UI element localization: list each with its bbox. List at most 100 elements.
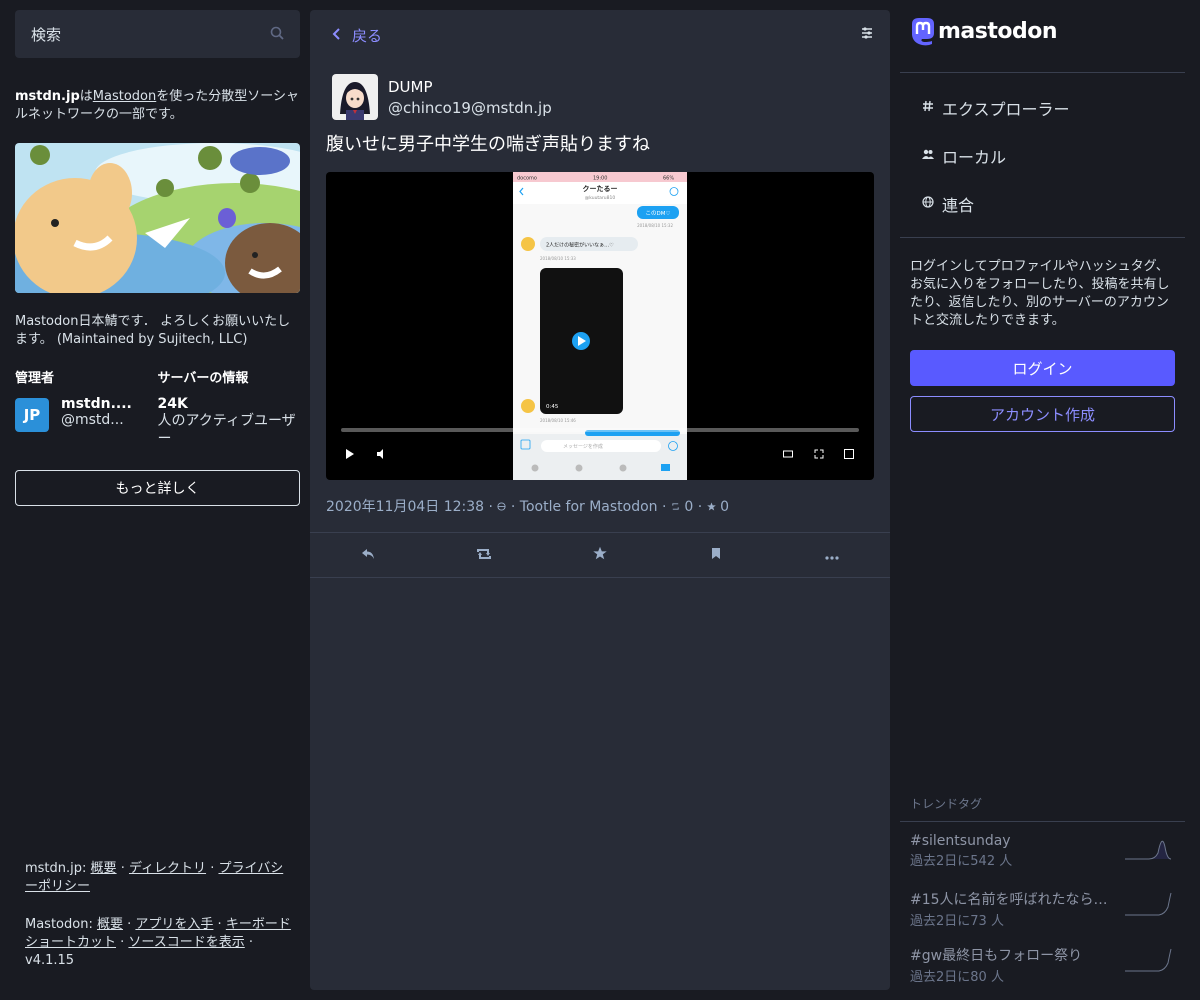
chat-date-3: 2018/08/10 15:46 [540, 418, 576, 423]
status-content: 腹いせに男子中学生の喘ぎ声貼りますね [326, 134, 650, 155]
nav-item-federated[interactable]: 連合 [900, 180, 1185, 228]
admin-account[interactable]: JP mstdn.... @mstd... [15, 396, 158, 432]
server-info-heading: サーバーの情報 [157, 371, 249, 386]
reblog-count[interactable]: 0 [684, 499, 693, 515]
chat-bubble-right: このDM♡ [646, 210, 671, 217]
back-label: 戻る [352, 26, 383, 45]
chat-video-duration: 0:45 [546, 404, 559, 410]
author-avatar[interactable] [332, 74, 378, 120]
search-placeholder: 検索 [31, 25, 62, 44]
favourite-count[interactable]: 0 [720, 499, 729, 515]
admin-avatar[interactable]: JP [15, 398, 49, 432]
status-author[interactable]: DUMP @chinco19@mstdn.jp [332, 74, 874, 120]
boost-icon[interactable] [464, 546, 504, 564]
divider [900, 821, 1185, 822]
learn-more-button[interactable]: もっと詳しく [15, 470, 300, 506]
active-users-count: 24K [157, 396, 188, 412]
footer-server-line: mstdn.jp: 概要 · ディレクトリ · プライバシーポリシー [25, 861, 284, 894]
status-timestamp[interactable]: 2020年11月04日 12:38 [326, 499, 484, 515]
chat-date-1: 2018/08/10 15:32 [637, 223, 673, 228]
footer-version: v4.1.15 [25, 953, 75, 968]
trend-sparkline [1125, 840, 1172, 860]
footer-server-prefix: mstdn.jp: [25, 861, 87, 876]
right-sidebar: mastodon エクスプローラー ローカル 連合 ログインしてプロファイルやハ… [900, 0, 1185, 1000]
login-prompt: ログインしてプロファイルやハッシュタグ、お気に入りをフォローしたり、投稿を共有し… [910, 259, 1170, 328]
favourite-icon[interactable] [580, 546, 620, 564]
reblog-count-icon [671, 499, 684, 515]
nav-item-local[interactable]: ローカル [900, 132, 1185, 180]
admin-heading: 管理者 [15, 371, 55, 386]
trend-item[interactable]: #silentsunday 過去2日に542 人 [910, 833, 1175, 873]
status-application[interactable]: Tootle for Mastodon [520, 499, 658, 515]
server-info-section: サーバーの情報 24K 人のアクティブユーザー [158, 367, 301, 448]
status-detail: DUMP @chinco19@mstdn.jp 腹いせに男子中学生の喘ぎ声貼りま… [310, 60, 890, 578]
server-name: mstdn.jp [15, 89, 80, 104]
hashtag-icon [922, 100, 940, 116]
volume-icon[interactable] [377, 448, 387, 463]
author-display-name[interactable]: DUMP [388, 78, 552, 96]
footer-directory-link[interactable]: ディレクトリ [129, 861, 206, 876]
server-description: mstdn.jpはMastodonを使った分散型ソーシャルネットワークの一部です… [15, 88, 300, 124]
footer-mastodon-about-link[interactable]: 概要 [97, 917, 123, 932]
footer-get-app-link[interactable]: アプリを入手 [135, 917, 213, 932]
play-icon[interactable] [346, 448, 354, 463]
server-meta: 管理者 JP mstdn.... @mstd... サーバーの情報 24K 人の… [15, 367, 300, 448]
hide-icon[interactable] [783, 448, 793, 463]
search-input[interactable]: 検索 [15, 10, 300, 58]
server-subtitle: Mastodon日本鯖です． よろしくお願いいたします。 (Maintained… [15, 314, 291, 347]
fullscreen-icon[interactable] [844, 448, 854, 463]
video-player[interactable]: docomo 19:00 66% クーたるー @kuutaru810 このDM♡… [326, 172, 874, 480]
video-thumbnail: docomo 19:00 66% クーたるー @kuutaru810 このDM♡… [513, 172, 687, 480]
chevron-left-icon [332, 26, 340, 44]
trends-heading: トレンドタグ [910, 797, 983, 811]
nav-federated-label: 連合 [942, 196, 975, 215]
phone-chat-handle: @kuutaru810 [585, 195, 616, 201]
phone-carrier: docomo [517, 176, 537, 182]
globe-icon [922, 196, 940, 212]
phone-time: 19:00 [593, 176, 607, 182]
video-frame: docomo 19:00 66% クーたるー @kuutaru810 このDM♡… [513, 172, 687, 480]
expand-icon[interactable] [814, 448, 824, 463]
nav-local-label: ローカル [942, 148, 1007, 167]
chat-date-2: 2018/08/10 15:33 [540, 256, 576, 261]
active-users-label: 人のアクティブユーザー [157, 413, 296, 447]
reply-icon[interactable] [348, 546, 388, 564]
trend-sparkline [1125, 892, 1172, 916]
trend-item[interactable]: #15人に名前を呼ばれたなら… 過去2日に73 人 [910, 889, 1175, 929]
footer-links: mstdn.jp: 概要 · ディレクトリ · プライバシーポリシー Masto… [25, 860, 295, 970]
left-sidebar: 検索 mstdn.jpはMastodonを使った分散型ソーシャルネットワークの一… [15, 10, 300, 990]
admin-handle: @mstd... [61, 412, 124, 428]
server-banner-image [15, 143, 300, 293]
signup-button[interactable]: アカウント作成 [910, 396, 1175, 432]
sliders-icon[interactable] [860, 26, 874, 44]
trend-item[interactable]: #gw最終日もフォロー祭り 過去2日に80 人 [910, 945, 1175, 985]
mastodon-wordmark: mastodon [938, 18, 1058, 44]
globe-icon [497, 499, 510, 515]
search-icon[interactable] [270, 25, 284, 44]
nav-item-explore[interactable]: エクスプローラー [900, 84, 1185, 132]
video-seek-bar[interactable] [341, 428, 859, 432]
status-meta: 2020年11月04日 12:38 · · Tootle for Mastodo… [326, 499, 730, 515]
more-options-icon[interactable] [812, 546, 852, 564]
server-desc-text: は [79, 89, 93, 104]
footer-source-link[interactable]: ソースコードを表示 [128, 935, 244, 950]
trend-sparkline [1125, 948, 1172, 972]
mastodon-logo-icon [912, 18, 934, 46]
mastodon-logo[interactable]: mastodon [910, 16, 1058, 46]
admin-name[interactable]: mstdn.... [61, 396, 132, 412]
footer-mastodon-line: Mastodon: 概要 · アプリを入手 · キーボードショートカット · ソ… [25, 917, 291, 968]
back-button[interactable]: 戻る [332, 25, 382, 46]
phone-chat-title: クーたるー [583, 184, 618, 193]
nav-explore-label: エクスプローラー [942, 100, 1070, 119]
chat-input-placeholder: メッセージを作成 [563, 443, 603, 450]
login-button[interactable]: ログイン [910, 350, 1175, 386]
mastodon-link[interactable]: Mastodon [93, 89, 156, 104]
users-icon [922, 148, 940, 164]
bookmark-icon[interactable] [696, 546, 736, 564]
phone-battery: 66% [663, 176, 674, 182]
star-count-icon [706, 499, 720, 515]
footer-about-link[interactable]: 概要 [91, 861, 117, 876]
divider [900, 72, 1185, 73]
status-column: 戻る DUMP @chinco19@mstdn.jp 腹いせに男子中学生の喘ぎ声… [310, 10, 890, 990]
chat-bubble-left: 2人だけの秘密がいいなぁ…♡ [546, 242, 614, 249]
